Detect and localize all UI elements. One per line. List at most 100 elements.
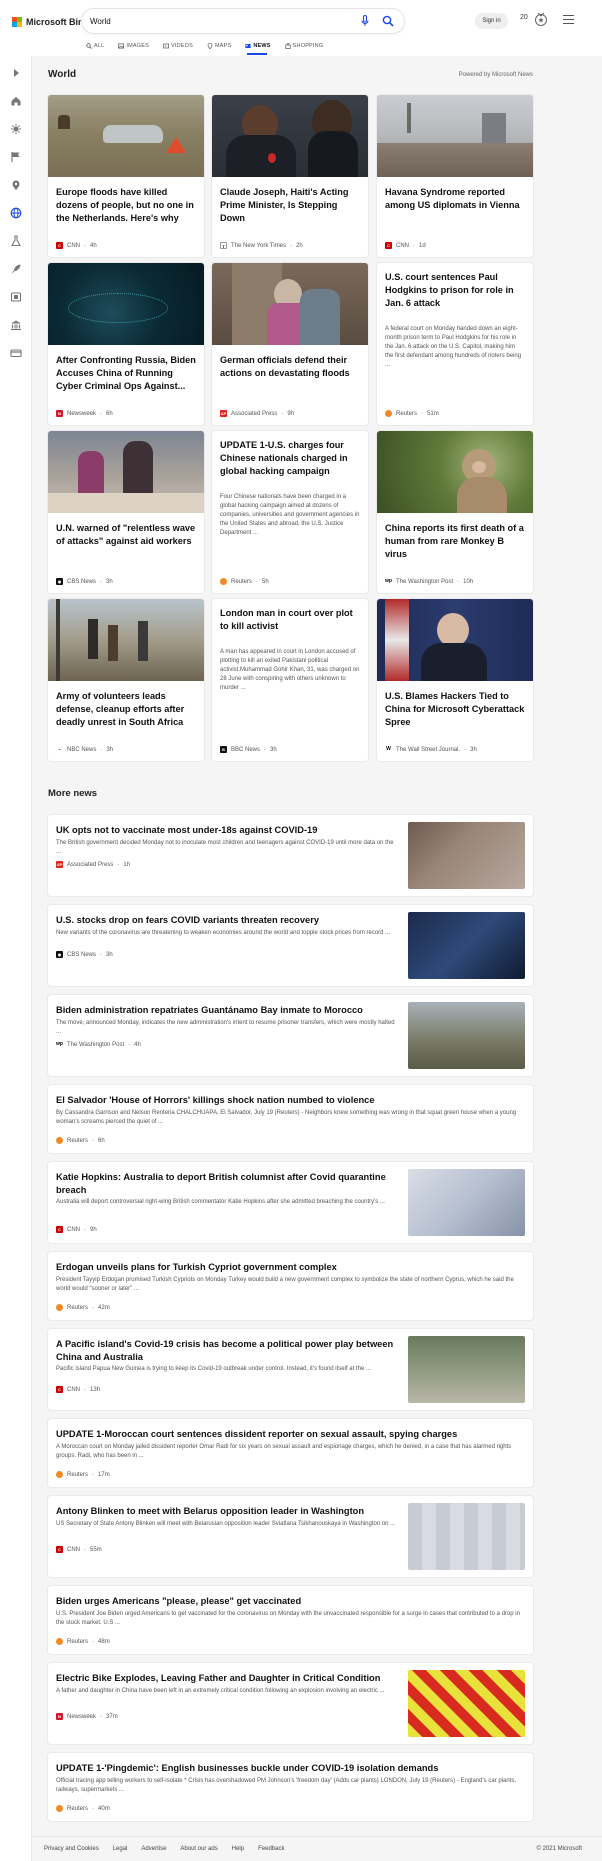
news-item-title: UPDATE 1-'Pingdemic': English businesses… bbox=[56, 1763, 439, 1773]
microphone-icon[interactable] bbox=[360, 15, 370, 27]
news-card[interactable]: U.S. court sentences Paul Hodgkins to pr… bbox=[377, 263, 533, 425]
nbc-logo-icon: ◓ bbox=[56, 746, 63, 753]
news-card[interactable]: German officials defend their actions on… bbox=[212, 263, 368, 425]
bing-logo[interactable]: Microsoft Bing bbox=[12, 14, 89, 30]
rewards-points[interactable]: 20 bbox=[520, 14, 528, 21]
sign-in-button[interactable]: Sign in bbox=[475, 13, 508, 29]
news-item-source: wp The Washington Post · 4h bbox=[56, 1041, 141, 1048]
news-card-source: ◓ NBC News · 3h bbox=[56, 746, 113, 753]
science-icon[interactable] bbox=[10, 234, 22, 247]
more-news-item[interactable]: UPDATE 1-Moroccan court sentences dissid… bbox=[48, 1419, 533, 1487]
footer-link-feedback[interactable]: Feedback bbox=[258, 1846, 284, 1852]
news-card[interactable]: U.N. warned of "relentless wave of attac… bbox=[48, 431, 204, 593]
wapo-logo-icon: wp bbox=[385, 578, 392, 585]
powered-by-label[interactable]: Powered by Microsoft News bbox=[420, 72, 533, 78]
news-item-thumbnail bbox=[408, 1169, 525, 1236]
cnn-logo-icon: C bbox=[385, 242, 392, 249]
reuters-logo-icon bbox=[56, 1638, 63, 1645]
news-card-title: U.S. court sentences Paul Hodgkins to pr… bbox=[385, 272, 514, 308]
news-card-title: Havana Syndrome reported among US diplom… bbox=[385, 187, 520, 210]
us-flag-icon[interactable] bbox=[10, 150, 22, 162]
news-item-title: A Pacific island's Covid-19 crisis has b… bbox=[56, 1339, 394, 1362]
film-icon[interactable] bbox=[10, 290, 22, 302]
logo-text: Microsoft Bing bbox=[26, 17, 89, 27]
tab-maps[interactable]: MAPS bbox=[207, 41, 231, 51]
news-card-source: N Newsweek · 6h bbox=[56, 410, 113, 417]
more-news-item[interactable]: Biden urges Americans "please, please" g… bbox=[48, 1586, 533, 1654]
news-item-thumbnail bbox=[408, 1336, 525, 1403]
more-news-item[interactable]: Erdogan unveils plans for Turkish Cyprio… bbox=[48, 1252, 533, 1320]
map-pin-icon bbox=[207, 43, 213, 49]
tab-all[interactable]: ALL bbox=[86, 41, 104, 51]
cnn-logo-icon: C bbox=[56, 1386, 63, 1393]
news-card[interactable]: After Confronting Russia, Biden Accuses … bbox=[48, 263, 204, 425]
more-news-item[interactable]: Biden administration repatriates Guantán… bbox=[48, 995, 533, 1076]
search-box[interactable]: World bbox=[82, 9, 404, 33]
news-item-title: Antony Blinken to meet with Belarus oppo… bbox=[56, 1506, 365, 1516]
news-card[interactable]: Army of volunteers leads defense, cleanu… bbox=[48, 599, 204, 761]
news-item-source: Reuters · 42m bbox=[56, 1304, 110, 1311]
news-item-title: Biden urges Americans "please, please" g… bbox=[56, 1596, 302, 1606]
card-icon[interactable] bbox=[10, 346, 22, 358]
news-card[interactable]: China reports its first death of a human… bbox=[377, 431, 533, 593]
news-card[interactable]: UPDATE 1-U.S. charges four Chinese natio… bbox=[212, 431, 368, 593]
coronavirus-icon[interactable] bbox=[10, 122, 22, 134]
rocket-icon[interactable] bbox=[10, 262, 22, 274]
location-pin-icon[interactable] bbox=[10, 178, 22, 190]
tab-images[interactable]: IMAGES bbox=[118, 41, 149, 51]
bank-icon[interactable] bbox=[10, 318, 22, 331]
footer-link-privacy[interactable]: Privacy and Cookies bbox=[44, 1846, 99, 1852]
more-news-item[interactable]: Electric Bike Explodes, Leaving Father a… bbox=[48, 1663, 533, 1744]
news-card-source: Reuters · 5h bbox=[220, 578, 269, 585]
footer-link-legal[interactable]: Legal bbox=[113, 1846, 128, 1852]
more-news-item[interactable]: UK opts not to vaccinate most under-18s … bbox=[48, 815, 533, 896]
more-news-item[interactable]: UPDATE 1-'Pingdemic': English businesses… bbox=[48, 1753, 533, 1821]
newsweek-logo-icon: N bbox=[56, 410, 63, 417]
more-news-item[interactable]: A Pacific island's Covid-19 crisis has b… bbox=[48, 1329, 533, 1410]
reuters-logo-icon bbox=[220, 578, 227, 585]
news-card-title: Europe floods have killed dozens of peop… bbox=[56, 187, 194, 223]
tab-shopping[interactable]: SHOPPING bbox=[285, 41, 324, 51]
more-news-item[interactable]: El Salvador 'House of Horrors' killings … bbox=[48, 1085, 533, 1153]
news-card-image bbox=[212, 263, 368, 345]
news-card[interactable]: U.S. Blames Hackers Tied to China for Mi… bbox=[377, 599, 533, 761]
news-card-title: After Confronting Russia, Biden Accuses … bbox=[56, 355, 196, 391]
tab-news[interactable]: NEWS bbox=[245, 41, 270, 51]
news-item-title: U.S. stocks drop on fears COVID variants… bbox=[56, 915, 319, 925]
tab-videos[interactable]: VIDEOS bbox=[163, 41, 193, 51]
news-item-title: El Salvador 'House of Horrors' killings … bbox=[56, 1095, 375, 1105]
hamburger-menu-icon[interactable] bbox=[563, 15, 574, 24]
news-card-image bbox=[48, 263, 204, 345]
news-item-title: UK opts not to vaccinate most under-18s … bbox=[56, 825, 318, 835]
news-card-title: Army of volunteers leads defense, cleanu… bbox=[56, 691, 185, 727]
news-item-thumbnail bbox=[408, 1002, 525, 1069]
image-icon bbox=[118, 43, 125, 49]
search-icon[interactable] bbox=[382, 15, 394, 27]
more-news-item[interactable]: Antony Blinken to meet with Belarus oppo… bbox=[48, 1496, 533, 1577]
more-news-item[interactable]: U.S. stocks drop on fears COVID variants… bbox=[48, 905, 533, 986]
news-card[interactable]: Europe floods have killed dozens of peop… bbox=[48, 95, 204, 257]
footer-link-about-ads[interactable]: About our ads bbox=[180, 1846, 217, 1852]
reuters-logo-icon bbox=[56, 1137, 63, 1144]
search-input[interactable]: World bbox=[90, 17, 360, 26]
news-card[interactable]: Claude Joseph, Haiti's Acting Prime Mini… bbox=[212, 95, 368, 257]
news-card-snippet: A man has appeared in court in London ac… bbox=[220, 649, 360, 691]
news-card[interactable]: Havana Syndrome reported among US diplom… bbox=[377, 95, 533, 257]
footer-link-advertise[interactable]: Advertise bbox=[141, 1846, 166, 1852]
expand-sidebar-icon[interactable] bbox=[10, 66, 22, 78]
news-card-source: Reuters · 51m bbox=[385, 410, 439, 417]
news-card[interactable]: London man in court over plot to kill ac… bbox=[212, 599, 368, 761]
microsoft-logo-icon bbox=[12, 17, 22, 27]
news-item-snippet: Australia will deport controversial righ… bbox=[56, 1199, 385, 1205]
news-item-title: Katie Hopkins: Australia to deport Briti… bbox=[56, 1172, 386, 1195]
news-item-snippet: A Moroccan court on Monday jailed dissid… bbox=[56, 1444, 512, 1459]
video-icon bbox=[163, 43, 169, 49]
rewards-icon[interactable] bbox=[534, 11, 548, 27]
news-item-source: N Newsweek · 37m bbox=[56, 1713, 118, 1720]
news-card-title: German officials defend their actions on… bbox=[220, 355, 350, 378]
home-icon[interactable] bbox=[10, 94, 22, 106]
footer-link-help[interactable]: Help bbox=[232, 1846, 244, 1852]
more-news-item[interactable]: Katie Hopkins: Australia to deport Briti… bbox=[48, 1162, 533, 1243]
globe-icon[interactable] bbox=[10, 206, 22, 219]
news-card-source: C CNN · 1d bbox=[385, 242, 426, 249]
